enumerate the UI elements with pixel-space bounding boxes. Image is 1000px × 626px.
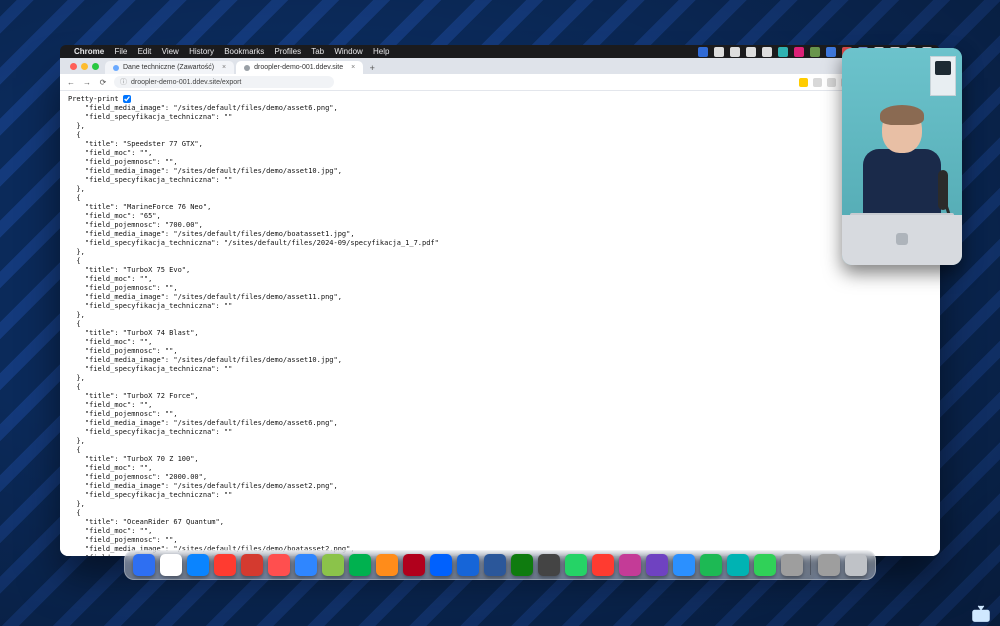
desktop-background: Chrome File Edit View History Bookmarks … [0, 0, 1000, 626]
nav-reload-icon[interactable]: ⟳ [98, 78, 108, 87]
tab-favicon-icon [244, 65, 250, 71]
window-traffic-lights [70, 63, 99, 70]
browser-tab-active[interactable]: droopler-demo-001.ddev.site × [236, 61, 363, 74]
pretty-print-checkbox[interactable] [123, 95, 131, 103]
microphone-icon [938, 170, 948, 210]
nav-forward-icon[interactable]: → [82, 78, 92, 87]
presenter-figure [862, 107, 942, 217]
dock-app-icon[interactable] [187, 554, 209, 576]
menubar-status-icon[interactable] [778, 47, 788, 57]
dock-app-icon[interactable] [781, 554, 803, 576]
url-text: droopler-demo-001.ddev.site/export [131, 79, 241, 86]
dock-app-icon[interactable] [268, 554, 290, 576]
dock-app-icon[interactable] [457, 554, 479, 576]
window-zoom-icon[interactable] [92, 63, 99, 70]
page-content-json[interactable]: Pretty-print "field_media_image": "/site… [60, 91, 940, 556]
chrome-toolbar: ← → ⟳ ⓘ droopler-demo-001.ddev.site/expo… [60, 74, 940, 91]
dock-app-icon[interactable] [430, 554, 452, 576]
dock-app-icon[interactable] [511, 554, 533, 576]
site-info-icon[interactable]: ⓘ [120, 77, 127, 87]
menubar-status-icon[interactable] [714, 47, 724, 57]
menubar-left: Chrome File Edit View History Bookmarks … [74, 47, 397, 56]
menubar-status-icon[interactable] [746, 47, 756, 57]
dock-app-icon[interactable] [484, 554, 506, 576]
menubar-status-icon[interactable] [730, 47, 740, 57]
tab-title: droopler-demo-001.ddev.site [254, 64, 343, 71]
menubar-status-icon[interactable] [762, 47, 772, 57]
dock-app-icon[interactable] [646, 554, 668, 576]
menubar-status-icon[interactable] [794, 47, 804, 57]
webcam-overlay [842, 48, 962, 265]
dock-app-icon[interactable] [241, 554, 263, 576]
menubar-item[interactable]: Profiles [274, 47, 301, 56]
wall-poster [930, 56, 956, 96]
menubar-item[interactable]: Tab [311, 47, 324, 56]
menubar-status-icon[interactable] [698, 47, 708, 57]
tab-close-icon[interactable]: × [347, 64, 355, 71]
chrome-window: Dane techniczne (Zawartość) × droopler-d… [60, 58, 940, 556]
dock-app-icon[interactable] [214, 554, 236, 576]
dock-app-icon[interactable] [403, 554, 425, 576]
dock-app-icon[interactable] [727, 554, 749, 576]
menubar-item[interactable]: Bookmarks [224, 47, 264, 56]
menubar-item[interactable]: History [189, 47, 214, 56]
laptop-back [842, 215, 962, 265]
dock-separator [810, 555, 811, 575]
tab-title: Dane techniczne (Zawartość) [123, 64, 214, 71]
dock-app-icon[interactable] [376, 554, 398, 576]
chrome-tab-strip: Dane techniczne (Zawartość) × droopler-d… [60, 58, 940, 74]
window-minimize-icon[interactable] [81, 63, 88, 70]
dock-app-icon[interactable] [565, 554, 587, 576]
dock-app-icon[interactable] [619, 554, 641, 576]
extension-icon[interactable] [799, 78, 808, 87]
dock-app-icon[interactable] [538, 554, 560, 576]
menubar-app-name[interactable]: Chrome [74, 47, 104, 56]
address-bar[interactable]: ⓘ droopler-demo-001.ddev.site/export [114, 76, 334, 88]
menubar-item[interactable]: File [114, 47, 127, 56]
dock-app-icon[interactable] [295, 554, 317, 576]
menubar-status-icon[interactable] [826, 47, 836, 57]
browser-tab[interactable]: Dane techniczne (Zawartość) × [105, 61, 234, 74]
dock-app-icon[interactable] [160, 554, 182, 576]
pretty-print-label: Pretty-print [68, 95, 119, 103]
dock-app-icon[interactable] [845, 554, 867, 576]
dock-app-icon[interactable] [592, 554, 614, 576]
macos-menubar: Chrome File Edit View History Bookmarks … [60, 45, 940, 58]
nav-back-icon[interactable]: ← [66, 78, 76, 87]
menubar-item[interactable]: Edit [138, 47, 152, 56]
dock-app-icon[interactable] [133, 554, 155, 576]
dock-app-icon[interactable] [818, 554, 840, 576]
dock-app-icon[interactable] [673, 554, 695, 576]
menubar-item[interactable]: Help [373, 47, 389, 56]
dock-app-icon[interactable] [322, 554, 344, 576]
watermark-tv-icon [970, 605, 992, 623]
dock-app-icon[interactable] [349, 554, 371, 576]
dock-app-icon[interactable] [754, 554, 776, 576]
dock-app-icon[interactable] [700, 554, 722, 576]
menubar-item[interactable]: View [162, 47, 179, 56]
new-tab-button[interactable]: + [365, 62, 379, 74]
menubar-item[interactable]: Window [334, 47, 362, 56]
tab-close-icon[interactable]: × [218, 64, 226, 71]
macos-dock [124, 550, 876, 580]
window-close-icon[interactable] [70, 63, 77, 70]
tab-favicon-icon [113, 65, 119, 71]
extension-icon[interactable] [827, 78, 836, 87]
json-body: "field_media_image": "/sites/default/fil… [68, 104, 439, 556]
menubar-status-icon[interactable] [810, 47, 820, 57]
extension-icon[interactable] [813, 78, 822, 87]
